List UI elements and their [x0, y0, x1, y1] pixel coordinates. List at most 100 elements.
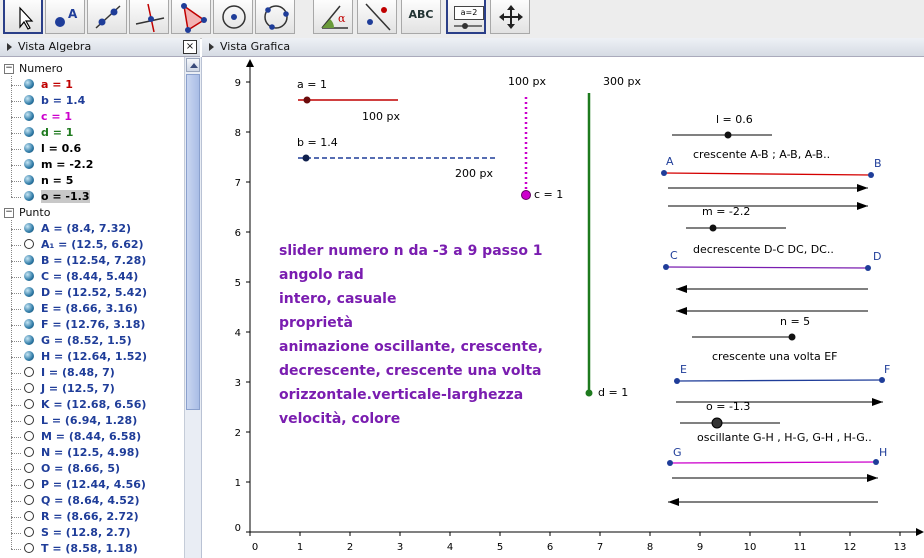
- scroll-up-button[interactable]: [186, 58, 200, 72]
- visibility-toggle-icon[interactable]: [24, 271, 34, 281]
- line-tool-button[interactable]: [87, 0, 127, 34]
- algebra-item[interactable]: H = (12.64, 1.52): [24, 349, 147, 365]
- group-punto[interactable]: − Punto: [4, 205, 50, 220]
- algebra-item-label: E = (8.66, 3.16): [41, 302, 138, 315]
- visibility-toggle-icon[interactable]: [24, 351, 34, 361]
- algebra-item[interactable]: n = 5: [24, 173, 73, 189]
- collapse-triangle-icon[interactable]: [7, 43, 12, 51]
- visibility-toggle-icon[interactable]: [24, 159, 34, 169]
- point-label-E: E: [680, 363, 687, 376]
- visibility-toggle-icon[interactable]: [24, 255, 34, 265]
- collapse-minus-icon[interactable]: −: [4, 64, 14, 74]
- algebra-item[interactable]: o = -1.3: [24, 189, 90, 205]
- graphics-view-header: Vista Grafica: [202, 38, 924, 57]
- segment-ab-p2: [868, 172, 874, 178]
- algebra-item[interactable]: L = (6.94, 1.28): [24, 413, 137, 429]
- visibility-toggle-icon[interactable]: [24, 191, 34, 201]
- x-tick-label: 1: [297, 542, 303, 553]
- visibility-toggle-icon[interactable]: [24, 223, 34, 233]
- reflect-tool-button[interactable]: [357, 0, 397, 34]
- collapse-triangle-icon[interactable]: [209, 43, 214, 51]
- point-label-C: C: [670, 249, 678, 262]
- visibility-toggle-icon[interactable]: [24, 463, 34, 473]
- algebra-item[interactable]: D = (12.52, 5.42): [24, 285, 147, 301]
- algebra-item[interactable]: K = (12.68, 6.56): [24, 397, 146, 413]
- algebra-item[interactable]: J = (12.5, 7): [24, 381, 115, 397]
- algebra-item[interactable]: R = (8.66, 2.72): [24, 509, 139, 525]
- y-tick-label: 3: [235, 378, 241, 389]
- graphics-view[interactable]: 0 1 2 3 4 5 6 7 8 9 10 11 12 13 0 1 2 3 4 5 6 7 8 9 slider nume…: [206, 57, 924, 558]
- visibility-toggle-icon[interactable]: [24, 287, 34, 297]
- y-tick-label: 5: [235, 278, 241, 289]
- slider-l-knob: [724, 131, 732, 139]
- algebra-item[interactable]: a = 1: [24, 77, 73, 93]
- visibility-toggle-icon[interactable]: [24, 367, 34, 377]
- circle-tool-button[interactable]: [213, 0, 253, 34]
- note-line: proprietà: [279, 315, 353, 331]
- perpendicular-tool-button[interactable]: [129, 0, 169, 34]
- visibility-toggle-icon[interactable]: [24, 447, 34, 457]
- visibility-toggle-icon[interactable]: [24, 335, 34, 345]
- visibility-toggle-icon[interactable]: [24, 511, 34, 521]
- text-tool-button[interactable]: ABC: [401, 0, 441, 34]
- algebra-item[interactable]: T = (8.58, 1.18): [24, 541, 138, 557]
- algebra-item[interactable]: A = (8.4, 7.32): [24, 221, 131, 237]
- algebra-item[interactable]: G = (8.52, 1.5): [24, 333, 132, 349]
- visibility-toggle-icon[interactable]: [24, 383, 34, 393]
- algebra-item[interactable]: m = -2.2: [24, 157, 93, 173]
- visibility-toggle-icon[interactable]: [24, 303, 34, 313]
- scroll-thumb[interactable]: [186, 74, 200, 410]
- algebra-item[interactable]: b = 1.4: [24, 93, 85, 109]
- polygon-icon: [181, 3, 207, 33]
- algebra-item[interactable]: Q = (8.64, 4.52): [24, 493, 140, 509]
- algebra-item[interactable]: C = (8.44, 5.44): [24, 269, 138, 285]
- group-numero[interactable]: − Numero: [4, 61, 63, 76]
- algebra-scrollbar[interactable]: [184, 57, 201, 558]
- algebra-item[interactable]: P = (12.44, 4.56): [24, 477, 146, 493]
- slider-tool-button[interactable]: a=2: [446, 0, 486, 34]
- arrow-gh-1-head: [867, 474, 878, 482]
- algebra-item[interactable]: I = (8.48, 7): [24, 365, 115, 381]
- algebra-item[interactable]: A₁ = (12.5, 6.62): [24, 237, 144, 253]
- visibility-toggle-icon[interactable]: [24, 319, 34, 329]
- visibility-toggle-icon[interactable]: [24, 143, 34, 153]
- algebra-item[interactable]: F = (12.76, 3.18): [24, 317, 145, 333]
- algebra-item[interactable]: N = (12.5, 4.98): [24, 445, 139, 461]
- visibility-toggle-icon[interactable]: [24, 127, 34, 137]
- visibility-toggle-icon[interactable]: [24, 431, 34, 441]
- move-view-tool-button[interactable]: [490, 0, 530, 34]
- visibility-toggle-icon[interactable]: [24, 543, 34, 553]
- slider-m-knob: [709, 224, 717, 232]
- algebra-item[interactable]: S = (12.8, 2.7): [24, 525, 131, 541]
- algebra-item[interactable]: c = 1: [24, 109, 72, 125]
- visibility-toggle-icon[interactable]: [24, 239, 34, 249]
- algebra-item[interactable]: M = (8.44, 6.58): [24, 429, 141, 445]
- visibility-toggle-icon[interactable]: [24, 527, 34, 537]
- visibility-toggle-icon[interactable]: [24, 95, 34, 105]
- close-algebra-view-button[interactable]: ×: [183, 40, 197, 54]
- visibility-toggle-icon[interactable]: [24, 175, 34, 185]
- visibility-toggle-icon[interactable]: [24, 79, 34, 89]
- visibility-toggle-icon[interactable]: [24, 399, 34, 409]
- polygon-tool-button[interactable]: [171, 0, 211, 34]
- algebra-item[interactable]: l = 0.6: [24, 141, 81, 157]
- algebra-item[interactable]: d = 1: [24, 125, 73, 141]
- circle-three-points-tool-button[interactable]: [255, 0, 295, 34]
- algebra-item[interactable]: E = (8.66, 3.16): [24, 301, 138, 317]
- pointer-tool-button[interactable]: [3, 0, 43, 34]
- visibility-toggle-icon[interactable]: [24, 415, 34, 425]
- visibility-toggle-icon[interactable]: [24, 111, 34, 121]
- angle-icon: α: [321, 5, 348, 29]
- algebra-item-label: A = (8.4, 7.32): [41, 222, 132, 235]
- arrow-gh-2-head: [668, 498, 679, 506]
- visibility-toggle-icon[interactable]: [24, 479, 34, 489]
- slider-a-width-label: 100 px: [362, 110, 400, 123]
- visibility-toggle-icon[interactable]: [24, 495, 34, 505]
- y-tick-label: 8: [235, 128, 241, 139]
- point-tool-button[interactable]: A: [45, 0, 85, 34]
- algebra-item[interactable]: O = (8.66, 5): [24, 461, 120, 477]
- y-tick-label: 4: [235, 328, 241, 339]
- collapse-minus-icon[interactable]: −: [4, 208, 14, 218]
- angle-tool-button[interactable]: α: [313, 0, 353, 34]
- algebra-item[interactable]: B = (12.54, 7.28): [24, 253, 146, 269]
